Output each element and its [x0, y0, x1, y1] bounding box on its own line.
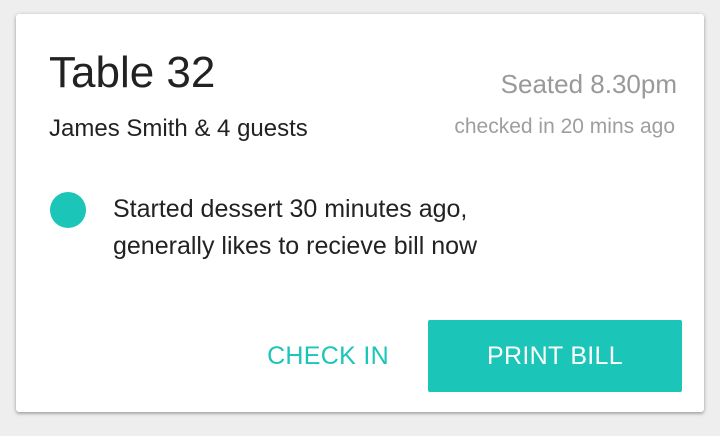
table-card: Table 32 James Smith & 4 guests Seated 8…: [16, 14, 704, 412]
note-line: generally likes to recieve bill now: [113, 232, 478, 260]
table-title: Table 32: [49, 48, 216, 97]
note-line: Started dessert 30 minutes ago,: [113, 195, 468, 223]
guest-summary: James Smith & 4 guests: [49, 115, 308, 142]
checked-in-time: checked in 20 mins ago: [454, 115, 675, 138]
status-dot-icon: [50, 192, 86, 228]
seated-time: Seated 8.30pm: [500, 69, 677, 99]
table-note: Started dessert 30 minutes ago, generall…: [113, 191, 613, 265]
check-in-button[interactable]: CHECK IN: [248, 320, 408, 392]
print-bill-button[interactable]: PRINT BILL: [428, 320, 682, 392]
